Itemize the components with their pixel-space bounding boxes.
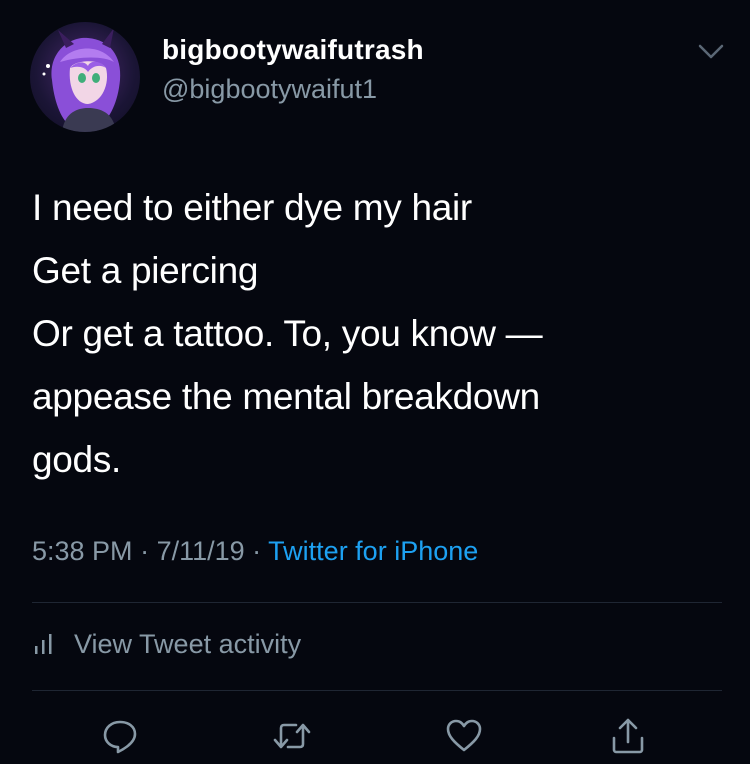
meta-separator: · <box>244 536 269 566</box>
tweet-time[interactable]: 5:38 PM <box>32 536 133 566</box>
view-tweet-activity-button[interactable]: View Tweet activity <box>32 626 301 662</box>
retweet-button[interactable] <box>272 716 312 756</box>
chevron-down-icon[interactable] <box>697 42 725 62</box>
divider <box>32 690 722 691</box>
heart-icon <box>446 719 482 752</box>
tweet-card: bigbootywaifutrash @bigbootywaifut1 I ne… <box>0 0 750 764</box>
reply-button[interactable] <box>100 716 140 756</box>
user-handle[interactable]: @bigbootywaifut1 <box>162 74 377 105</box>
share-button[interactable] <box>608 716 648 756</box>
share-icon <box>612 718 644 754</box>
meta-separator: · <box>132 536 157 566</box>
avatar-illustration <box>42 28 121 132</box>
tweet-metadata: 5:38 PM · 7/11/19 · Twitter for iPhone <box>32 536 478 567</box>
like-button[interactable] <box>444 716 484 756</box>
tweet-source-link[interactable]: Twitter for iPhone <box>268 536 478 566</box>
divider <box>32 602 722 603</box>
tweet-date[interactable]: 7/11/19 <box>157 536 245 566</box>
retweet-icon <box>273 723 311 749</box>
view-tweet-activity-label: View Tweet activity <box>74 628 302 659</box>
reply-icon <box>103 720 137 754</box>
bar-chart-icon <box>32 632 56 656</box>
avatar[interactable] <box>30 22 140 132</box>
tweet-line: gods. <box>32 439 122 480</box>
tweet-text: I need to either dye my hair Get a pierc… <box>32 176 712 491</box>
tweet-line: I need to either dye my hair <box>32 187 472 228</box>
tweet-line: Or get a tattoo. To, you know — <box>32 313 543 354</box>
tweet-line: appease the mental breakdown <box>32 376 540 417</box>
display-name[interactable]: bigbootywaifutrash <box>162 34 424 66</box>
tweet-line: Get a piercing <box>32 250 259 291</box>
